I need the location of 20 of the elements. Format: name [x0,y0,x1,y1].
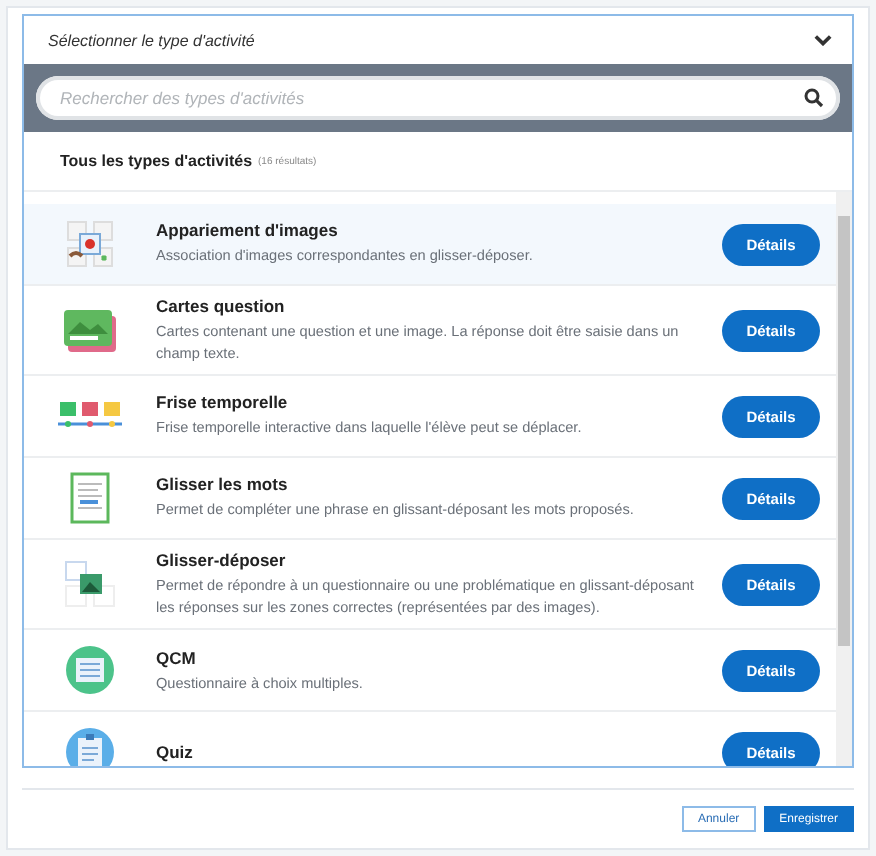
clipboard-icon [66,728,114,766]
picture-card-icon [60,306,120,355]
activity-title: Cartes question [156,296,287,316]
search-icon[interactable] [804,88,824,108]
checklist-icon [66,646,114,695]
section-heading: Tous les types d'activités [60,152,253,170]
chevron-icon[interactable] [814,34,832,46]
panel-title: Sélectionner le type d'activité [48,31,255,49]
image-grid-icon [64,218,116,270]
activity-title: QCM [156,647,198,668]
timeline-icon [58,400,122,433]
document-icon [70,472,110,525]
drag-picture-icon [64,560,116,609]
activity-title: Glisser-déposer [156,550,288,571]
activity-title: Frise temporelle [156,392,290,413]
activity-title: Appariement d'images [156,220,340,241]
scrollbar[interactable] [836,192,852,766]
search-field[interactable]: Rechercher des types d'activités [36,76,840,120]
activity-title: Glisser les mots [156,474,290,495]
activity-title: Quiz [156,742,195,763]
